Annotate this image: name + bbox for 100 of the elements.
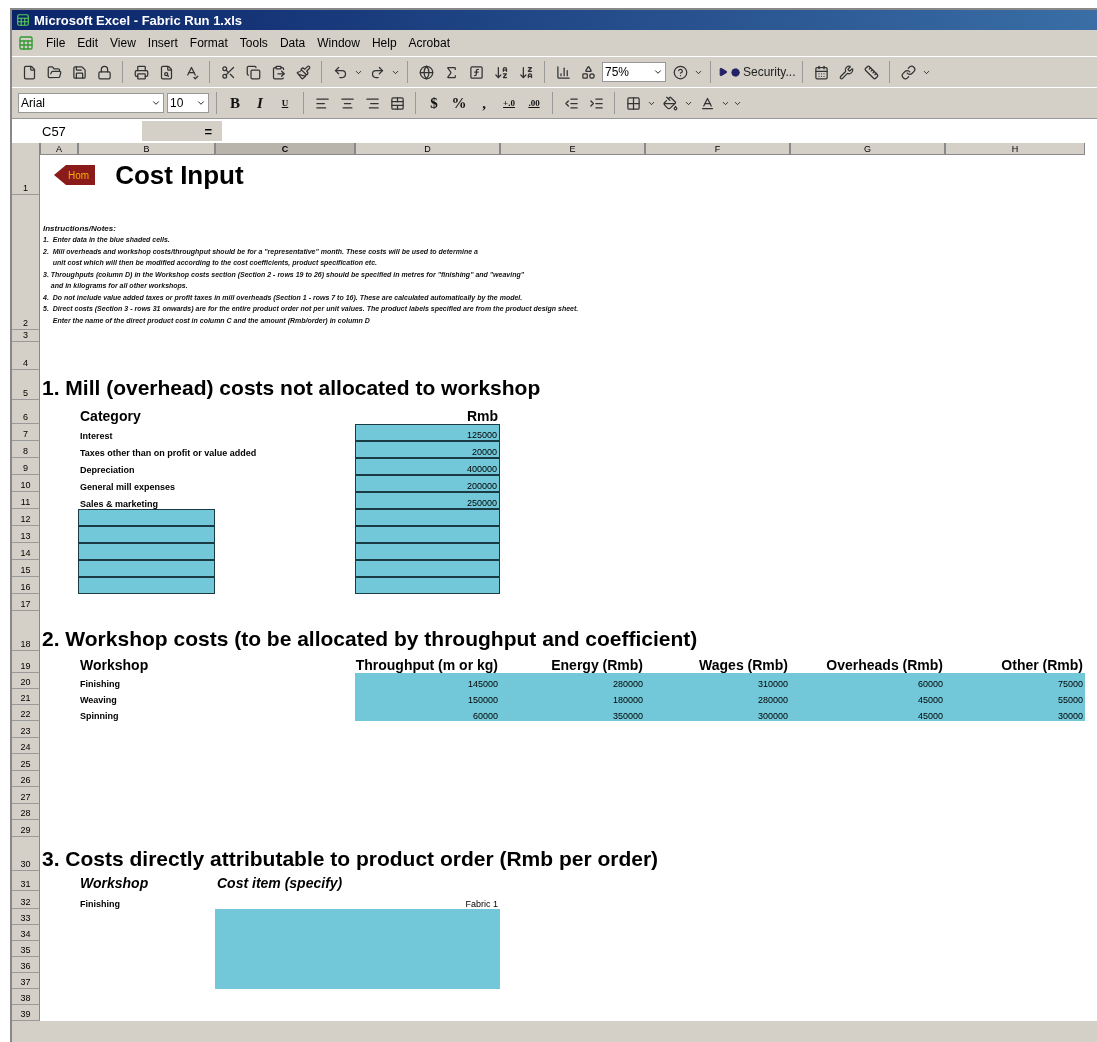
input-cell[interactable]	[355, 577, 500, 594]
row-header[interactable]: 18	[12, 611, 40, 651]
column-header[interactable]: G	[790, 143, 945, 155]
input-cell[interactable]	[78, 560, 215, 577]
row-header[interactable]: 13	[12, 526, 40, 543]
column-header[interactable]: F	[645, 143, 790, 155]
row-header[interactable]: 31	[12, 870, 40, 891]
menu-item[interactable]: Window	[317, 36, 360, 50]
menu-item[interactable]: Format	[189, 36, 228, 50]
amount-cell[interactable]: 200000	[355, 475, 500, 492]
input-cell[interactable]	[355, 560, 500, 577]
row-header[interactable]: 5	[12, 370, 40, 400]
row-header[interactable]: 29	[12, 820, 40, 837]
input-cell[interactable]	[78, 509, 215, 526]
record-icon[interactable]	[731, 67, 740, 77]
menu-item[interactable]: Edit	[77, 36, 99, 50]
menu-item[interactable]: Help	[371, 36, 397, 50]
menu-item[interactable]: File	[46, 36, 66, 50]
column-header[interactable]: D	[355, 143, 500, 155]
row-header[interactable]: 20	[12, 673, 40, 689]
column-header[interactable]: B	[78, 143, 215, 155]
row-header[interactable]: 19	[12, 651, 40, 673]
value-cell[interactable]: 310000	[645, 673, 790, 689]
row-header[interactable]: 22	[12, 705, 40, 721]
input-cell[interactable]	[355, 526, 500, 543]
row-header[interactable]: 3	[12, 330, 40, 342]
value-cell[interactable]: 300000	[645, 705, 790, 721]
style-button[interactable]: I	[249, 92, 271, 114]
row-header[interactable]: 27	[12, 787, 40, 804]
row-header[interactable]: 30	[12, 836, 40, 871]
value-cell[interactable]: 30000	[945, 705, 1085, 721]
zoom-field[interactable]: 75%	[602, 62, 666, 82]
row-header[interactable]: 14	[12, 543, 40, 560]
row-header[interactable]: 10	[12, 475, 40, 492]
input-area[interactable]	[215, 908, 500, 989]
value-cell[interactable]: 60000	[790, 673, 945, 689]
column-header[interactable]: C	[215, 143, 355, 155]
value-cell[interactable]: 350000	[500, 705, 645, 721]
security-button[interactable]: Security...	[743, 65, 796, 79]
row-header[interactable]: 15	[12, 560, 40, 577]
row-header[interactable]: 21	[12, 689, 40, 705]
decimal-button[interactable]: .00	[523, 92, 545, 114]
input-cell[interactable]	[78, 577, 215, 594]
category-cell-text: Interest	[79, 430, 114, 441]
amount-cell[interactable]: 125000	[355, 424, 500, 441]
row-header[interactable]: 1	[12, 155, 40, 195]
column-header[interactable]: H	[945, 143, 1085, 155]
column-header[interactable]: A	[40, 143, 78, 155]
play-icon[interactable]	[718, 67, 728, 77]
input-cell[interactable]	[355, 509, 500, 526]
input-cell[interactable]	[78, 526, 215, 543]
number-format-button[interactable]: %	[448, 92, 470, 114]
row-header[interactable]: 9	[12, 458, 40, 475]
value-cell[interactable]: 145000	[355, 673, 500, 689]
row-header[interactable]: 16	[12, 577, 40, 594]
column-header[interactable]: E	[500, 143, 645, 155]
section-heading: 2. Workshop costs (to be allocated by throughput and coefficient)	[41, 626, 699, 651]
input-cell[interactable]	[355, 543, 500, 560]
value-cell[interactable]: 45000	[790, 705, 945, 721]
value-cell[interactable]: 280000	[645, 689, 790, 705]
menu-item[interactable]: Tools	[239, 36, 268, 50]
row-header[interactable]: 25	[12, 754, 40, 771]
row-header[interactable]: 4	[12, 342, 40, 370]
row-header[interactable]: 12	[12, 509, 40, 526]
value-cell[interactable]: 150000	[355, 689, 500, 705]
amount-cell[interactable]: 20000	[355, 441, 500, 458]
amount-cell[interactable]: 250000	[355, 492, 500, 509]
column-label: Category	[79, 407, 142, 424]
value-cell[interactable]: 55000	[945, 689, 1085, 705]
row-header[interactable]: 6	[12, 400, 40, 424]
menu-item[interactable]: Insert	[147, 36, 178, 50]
home-button[interactable]: Hom	[54, 165, 96, 185]
value-cell[interactable]: 45000	[790, 689, 945, 705]
row-header[interactable]: 7	[12, 424, 40, 441]
style-button[interactable]: B	[224, 92, 246, 114]
menu-item[interactable]: Acrobat	[408, 36, 450, 50]
font-size-field[interactable]: 10	[167, 93, 209, 113]
input-cell[interactable]	[78, 543, 215, 560]
value-cell[interactable]: 280000	[500, 673, 645, 689]
decimal-button[interactable]: +.0	[498, 92, 520, 114]
style-button[interactable]: U	[274, 92, 296, 114]
number-format-button[interactable]: $	[423, 92, 445, 114]
sheet-title: Cost Input	[115, 159, 244, 191]
workshop-cell-text: Spinning	[79, 710, 120, 721]
row-header[interactable]: 2	[12, 195, 40, 330]
row-header[interactable]: 23	[12, 721, 40, 738]
formula-equals[interactable]: =	[142, 121, 222, 141]
row-header[interactable]: 17	[12, 594, 40, 611]
value-cell[interactable]: 180000	[500, 689, 645, 705]
font-field[interactable]: Arial	[18, 93, 164, 113]
menu-item[interactable]: View	[110, 36, 136, 50]
row-header[interactable]: 11	[12, 492, 40, 509]
menu-item[interactable]: Data	[279, 36, 306, 50]
column-label: Overheads (Rmb)	[825, 656, 944, 673]
row-header[interactable]: 8	[12, 441, 40, 458]
value-cell[interactable]: 60000	[355, 705, 500, 721]
value-cell[interactable]: 75000	[945, 673, 1085, 689]
section-heading: 3. Costs directly attributable to product order (Rmb per order)	[41, 845, 660, 871]
amount-cell[interactable]: 400000	[355, 458, 500, 475]
number-format-button[interactable]: ,	[473, 92, 495, 114]
